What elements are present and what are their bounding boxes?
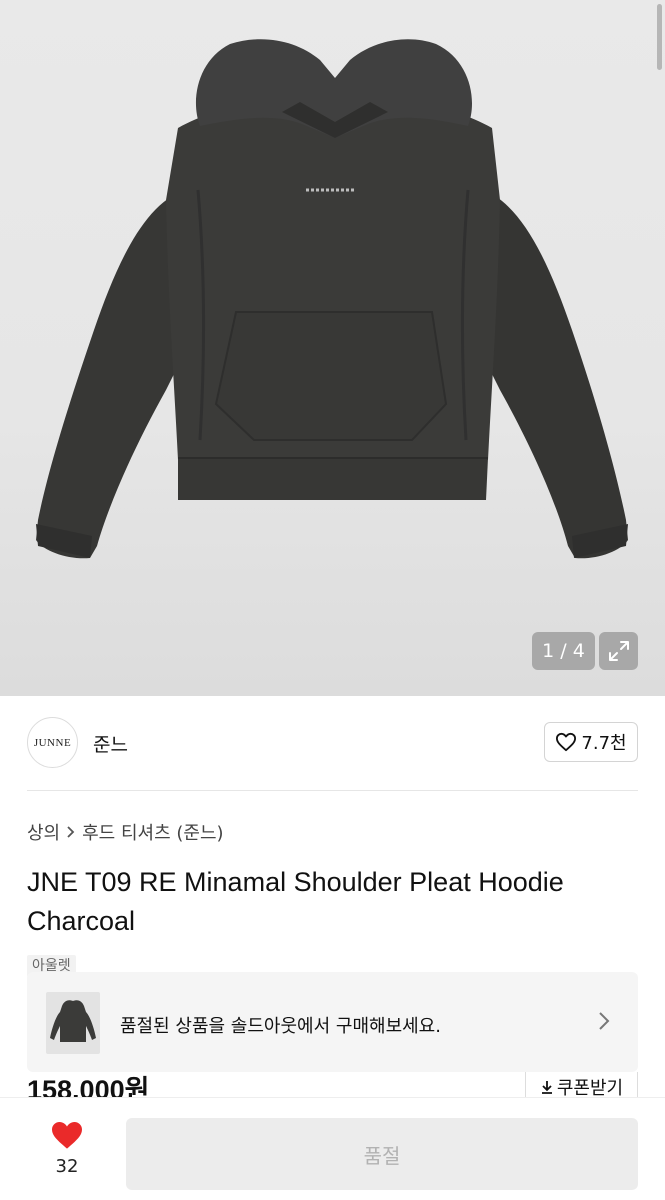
like-count: 32 — [55, 1156, 79, 1177]
product-image-gallery[interactable]: 1 / 4 — [0, 0, 665, 696]
expand-icon — [608, 641, 629, 661]
breadcrumb: 상의 후드 티셔츠 (준느) — [27, 819, 224, 845]
seller-row: JUNNE 준느 7.7천 — [0, 697, 665, 791]
breadcrumb-category[interactable]: 상의 — [27, 819, 60, 845]
follow-button[interactable]: 7.7천 — [544, 722, 638, 762]
breadcrumb-subcategory[interactable]: 후드 티셔츠 (준느) — [82, 819, 223, 845]
hoodie-thumbnail-image — [50, 1000, 96, 1042]
heart-outline-icon — [556, 732, 577, 752]
expand-image-button[interactable] — [599, 632, 638, 670]
image-counter: 1 / 4 — [532, 632, 595, 670]
heart-filled-icon — [52, 1122, 82, 1149]
seller-logo[interactable]: JUNNE — [27, 717, 78, 768]
product-title: JNE T09 RE Minamal Shoulder Pleat Hoodie… — [27, 867, 564, 936]
banner-text: 품절된 상품을 솔드아웃에서 구매해보세요. — [120, 1016, 441, 1037]
bottom-action-bar: 32 품절 — [0, 1097, 665, 1200]
banner-thumbnail — [46, 992, 100, 1054]
chevron-right-icon — [599, 1012, 610, 1030]
like-button[interactable]: 32 — [44, 1120, 90, 1177]
follow-count: 7.7천 — [581, 733, 627, 754]
price: 158,000원 — [27, 1075, 150, 1098]
seller-name[interactable]: 준느 — [93, 730, 128, 757]
soldout-banner[interactable]: 품절된 상품을 솔드아웃에서 구매해보세요. — [27, 972, 638, 1072]
section-divider — [27, 790, 638, 791]
hoodie-product-image — [36, 39, 628, 559]
gallery-scrollbar[interactable] — [657, 4, 662, 70]
chevron-right-icon — [67, 826, 75, 838]
soldout-button[interactable]: 품절 — [126, 1118, 638, 1190]
download-icon — [541, 1081, 552, 1094]
